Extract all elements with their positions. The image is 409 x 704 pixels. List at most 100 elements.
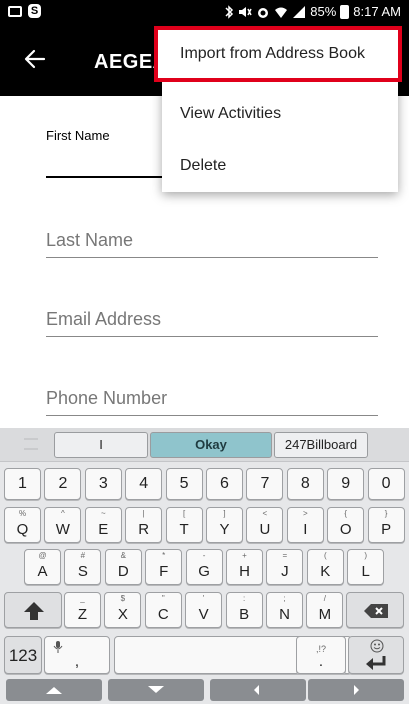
- key-o[interactable]: {O: [327, 507, 365, 543]
- key-alt-label: @: [38, 551, 47, 560]
- key-7[interactable]: 7: [246, 468, 284, 500]
- backspace-key[interactable]: [346, 592, 404, 628]
- key-label: 5: [179, 475, 189, 492]
- enter-icon: [366, 656, 386, 670]
- suggestion-1[interactable]: I: [54, 432, 148, 458]
- key-6[interactable]: 6: [206, 468, 243, 500]
- key-c[interactable]: " C: [144, 592, 182, 628]
- key-y[interactable]: ] Y: [206, 507, 243, 543]
- key-label: Y: [219, 521, 230, 538]
- key-j[interactable]: = J: [266, 549, 304, 585]
- key-alt-label: ]: [223, 509, 226, 518]
- key-i[interactable]: > I: [286, 507, 324, 543]
- key-u[interactable]: < U: [246, 507, 284, 543]
- key-g[interactable]: -G: [185, 549, 223, 585]
- key-alt-label: >: [302, 509, 308, 518]
- back-arrow-icon[interactable]: [24, 48, 46, 70]
- key-m[interactable]: / M: [306, 592, 344, 628]
- mail-icon: [8, 5, 22, 17]
- key-alt-label: ^: [61, 509, 65, 518]
- key-1[interactable]: 1: [4, 468, 41, 500]
- key-0[interactable]: 0: [367, 468, 405, 500]
- menu-item-delete[interactable]: Delete: [162, 140, 398, 192]
- last-name-field[interactable]: [46, 230, 378, 264]
- nav-up-key[interactable]: [6, 679, 102, 701]
- key-alt-label: ": [161, 594, 165, 603]
- key-label: G: [198, 563, 210, 580]
- key-q[interactable]: % Q: [4, 507, 41, 543]
- nav-left-key[interactable]: [210, 679, 306, 701]
- key-8[interactable]: 8: [286, 468, 324, 500]
- key-9[interactable]: 9: [327, 468, 365, 500]
- key-k[interactable]: (K: [306, 549, 344, 585]
- nav-right-key[interactable]: [308, 679, 404, 701]
- key-label: P: [381, 521, 392, 538]
- key-a[interactable]: @ A: [24, 549, 61, 585]
- enter-key[interactable]: [348, 636, 404, 674]
- key-5[interactable]: 5: [165, 468, 203, 500]
- first-name-underline: [46, 176, 162, 178]
- key-e[interactable]: ~ E: [84, 507, 122, 543]
- email-field[interactable]: [46, 309, 378, 343]
- key-r[interactable]: | R: [125, 507, 163, 543]
- last-name-input[interactable]: [46, 230, 378, 258]
- key-alt-label: =: [282, 551, 288, 560]
- key-d[interactable]: & D: [104, 549, 142, 585]
- numbers-key[interactable]: 123: [4, 636, 42, 674]
- key-label: I: [303, 521, 308, 538]
- key-x[interactable]: $ X: [104, 592, 142, 628]
- key-label: S: [77, 563, 88, 580]
- phone-input[interactable]: [46, 388, 378, 416]
- suggestion-3[interactable]: 247Billboard: [274, 432, 368, 458]
- key-3[interactable]: 3: [84, 468, 122, 500]
- phone-field[interactable]: [46, 388, 378, 422]
- suggestion-2[interactable]: Okay: [150, 432, 272, 458]
- key-label: F: [159, 563, 169, 580]
- key-alt-label: ': [202, 594, 205, 603]
- suggestion-bar: I Okay 247Billboard: [0, 428, 409, 462]
- key-alt-label: #: [80, 551, 86, 560]
- first-name-label: First Name: [46, 128, 110, 143]
- clock: 8:17 AM: [353, 4, 401, 19]
- menu-item-view-activities[interactable]: View Activities: [162, 88, 398, 140]
- shift-key[interactable]: [4, 592, 62, 628]
- key-label: W: [55, 521, 70, 538]
- key-w[interactable]: ^ W: [44, 507, 82, 543]
- shift-icon: [24, 602, 44, 620]
- key-alt-label: -: [202, 551, 206, 560]
- key-h[interactable]: + H: [226, 549, 263, 585]
- key-2[interactable]: 2: [44, 468, 82, 500]
- key-z[interactable]: _ Z: [64, 592, 101, 628]
- key-label: C: [157, 606, 169, 623]
- key-alt-label: _: [80, 594, 85, 603]
- alarm-icon: [258, 7, 269, 18]
- key-alt-label: ): [364, 551, 368, 560]
- key-s[interactable]: # S: [64, 549, 102, 585]
- key-alt-label: /: [323, 594, 326, 603]
- key-b[interactable]: :B: [225, 592, 263, 628]
- key-alt-label: |: [142, 509, 145, 518]
- arrow-right-icon: [354, 685, 359, 695]
- key-label: D: [117, 563, 129, 580]
- period-key[interactable]: ,!? .: [296, 636, 346, 674]
- key-p[interactable]: } P: [367, 507, 405, 543]
- key-alt-label: &: [120, 551, 126, 560]
- key-f[interactable]: * F: [145, 549, 183, 585]
- key-l[interactable]: ) L: [347, 549, 385, 585]
- comma-key[interactable]: ,: [44, 636, 110, 674]
- email-input[interactable]: [46, 309, 378, 337]
- key-n[interactable]: ; N: [266, 592, 303, 628]
- key-label: 9: [341, 475, 351, 492]
- bluetooth-icon: [225, 4, 234, 19]
- mic-icon: [53, 641, 63, 653]
- key-4[interactable]: 4: [125, 468, 163, 500]
- nav-down-key[interactable]: [108, 679, 204, 701]
- key-label: N: [279, 606, 290, 623]
- menu-grip-icon[interactable]: [24, 438, 38, 450]
- key-alt-label: (: [323, 551, 327, 560]
- key-label: M: [318, 606, 332, 623]
- key-t[interactable]: [T: [165, 507, 203, 543]
- menu-item-import-address-book[interactable]: Import from Address Book: [154, 26, 402, 82]
- key-v[interactable]: ' V: [185, 592, 223, 628]
- key-label: 6: [220, 475, 229, 492]
